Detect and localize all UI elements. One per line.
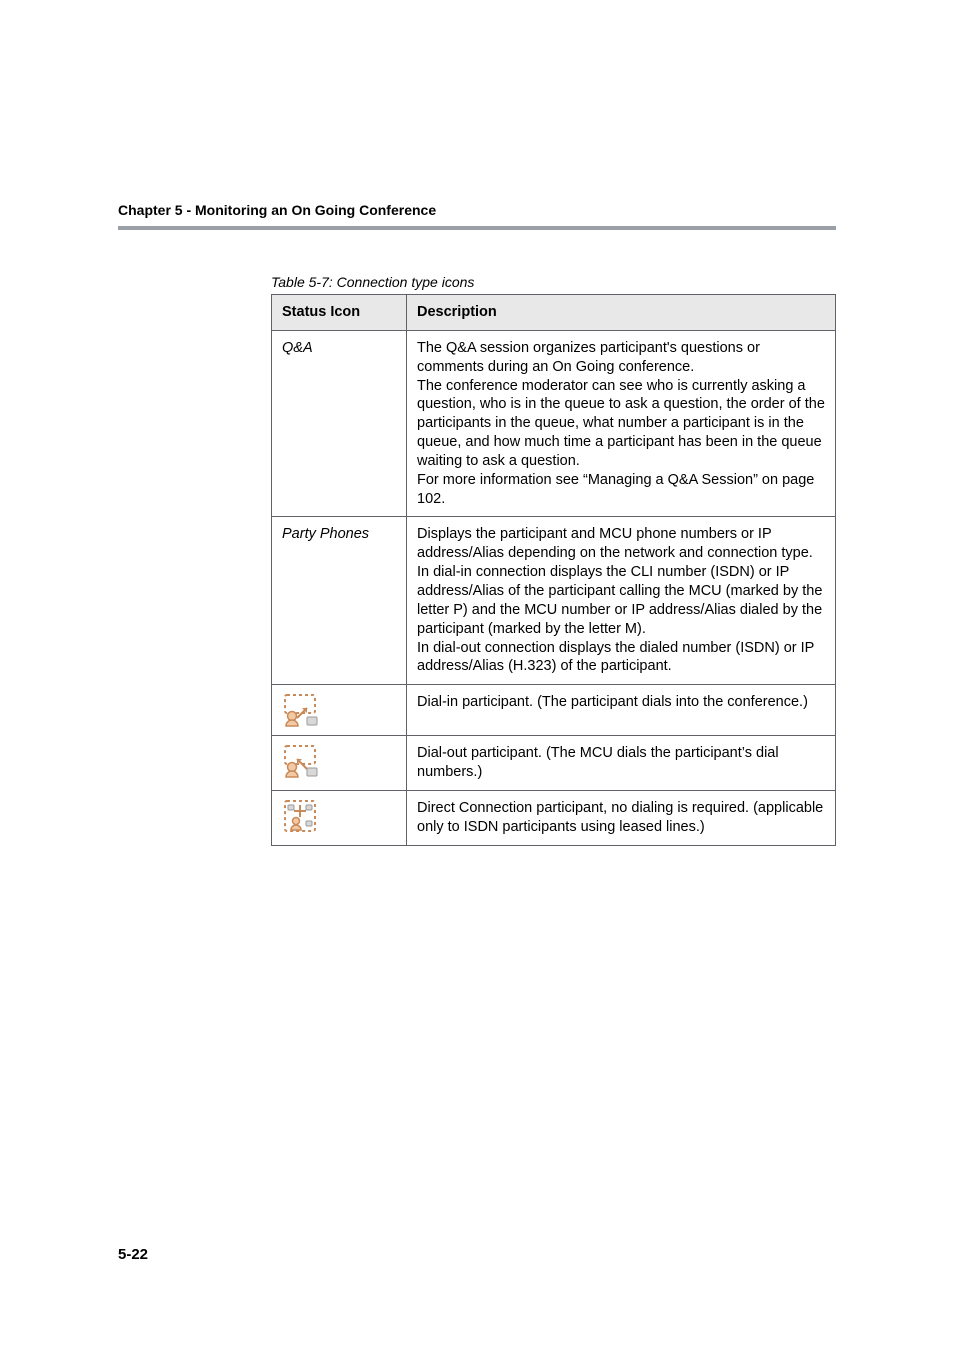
row-desc-qa: The Q&A session organizes participant's … — [407, 330, 836, 517]
row-desc-party-phones: Displays the participant and MCU phone n… — [407, 517, 836, 685]
direct-connection-icon — [272, 790, 407, 845]
chapter-heading: Chapter 5 - Monitoring an On Going Confe… — [118, 202, 836, 218]
table-row: Q&A The Q&A session organizes participan… — [272, 330, 836, 517]
table-row: Dial-in participant. (The participant di… — [272, 685, 836, 736]
table-row: Direct Connection participant, no dialin… — [272, 790, 836, 845]
page: Chapter 5 - Monitoring an On Going Confe… — [0, 0, 954, 1351]
dial-out-icon — [272, 736, 407, 791]
row-desc-direct: Direct Connection participant, no dialin… — [407, 790, 836, 845]
table-caption: Table 5-7: Connection type icons — [271, 274, 836, 290]
table-row: Party Phones Displays the participant an… — [272, 517, 836, 685]
dial-in-icon — [272, 685, 407, 736]
divider — [118, 226, 836, 230]
row-label-qa: Q&A — [272, 330, 407, 517]
page-number: 5-22 — [118, 1246, 148, 1263]
connection-type-table: Status Icon Description Q&A The Q&A sess… — [271, 294, 836, 846]
table-header-row: Status Icon Description — [272, 295, 836, 331]
row-label-party-phones: Party Phones — [272, 517, 407, 685]
row-desc-dial-in: Dial-in participant. (The participant di… — [407, 685, 836, 736]
table-row: Dial-out participant. (The MCU dials the… — [272, 736, 836, 791]
row-desc-dial-out: Dial-out participant. (The MCU dials the… — [407, 736, 836, 791]
header-description: Description — [407, 295, 836, 331]
header-status-icon: Status Icon — [272, 295, 407, 331]
